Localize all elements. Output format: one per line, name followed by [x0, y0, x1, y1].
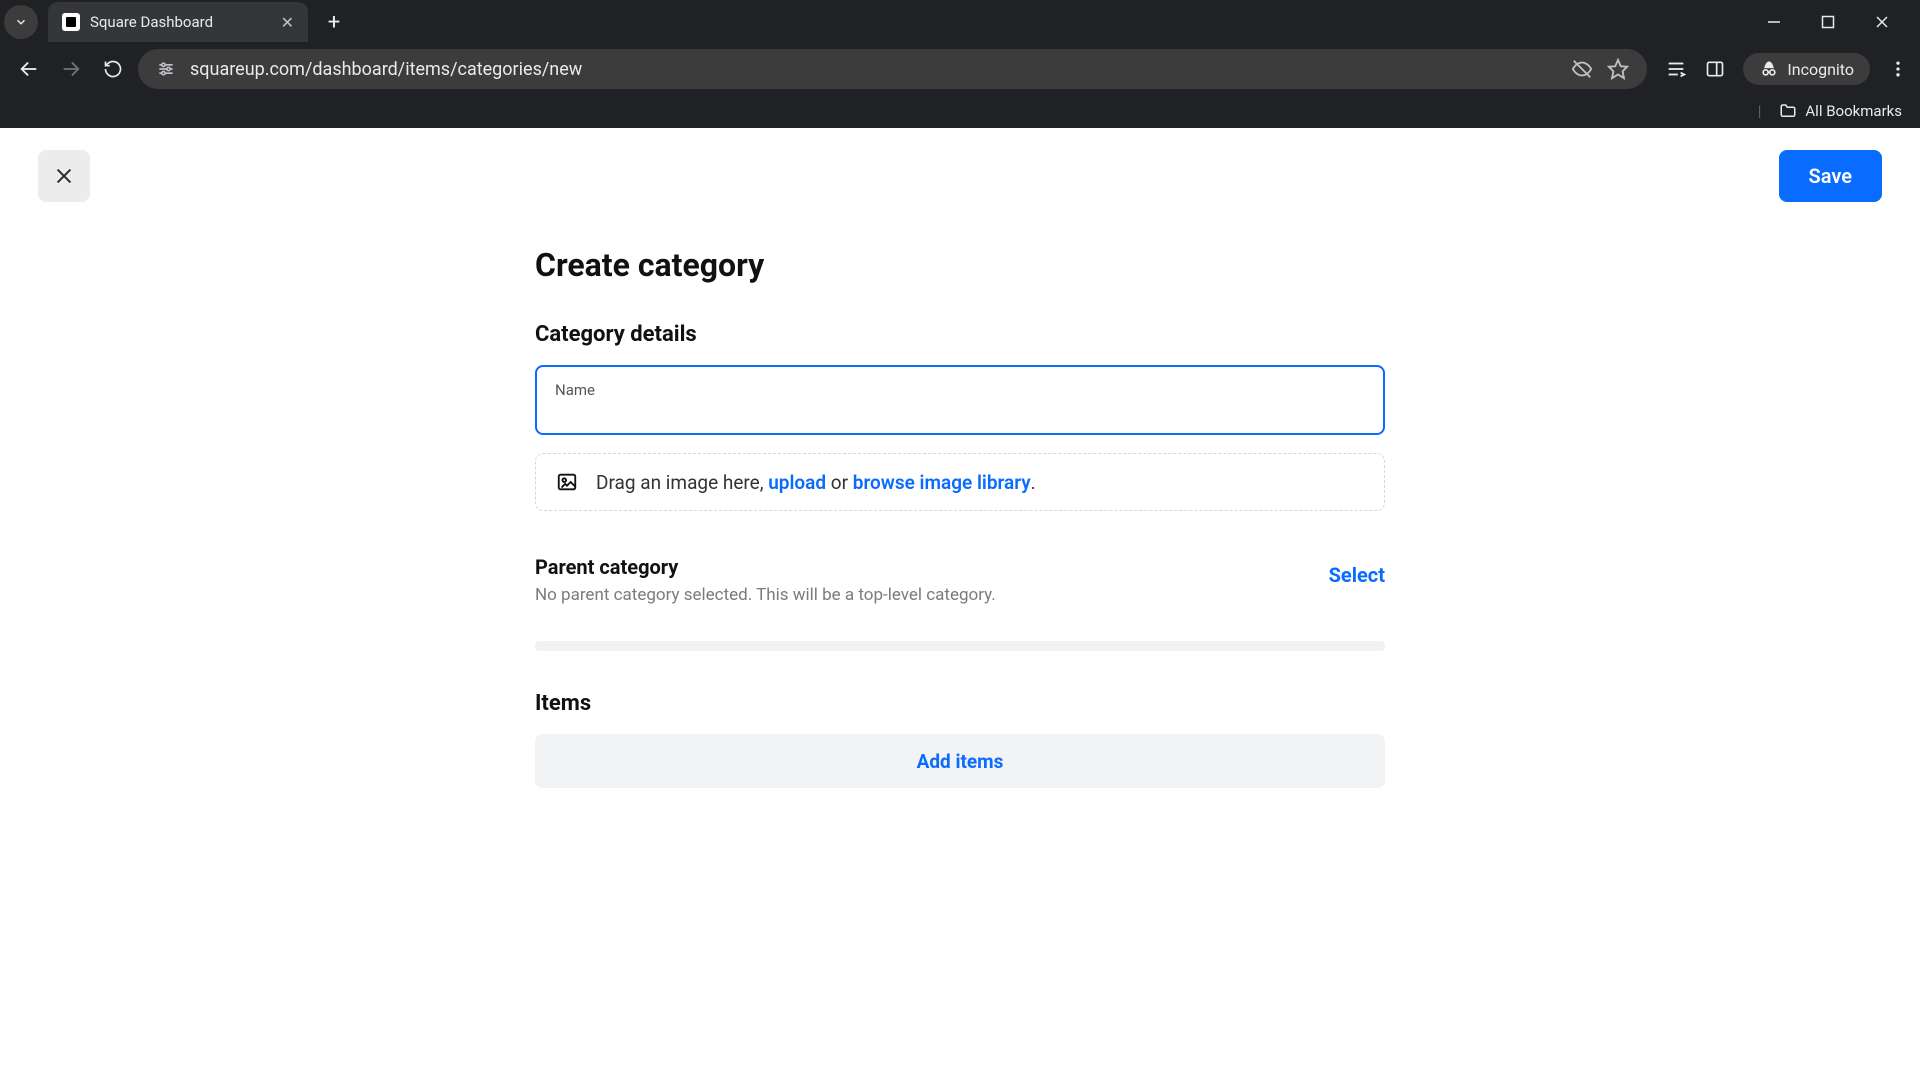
items-heading: Items: [535, 691, 1385, 716]
browse-library-link[interactable]: browse image library: [853, 471, 1031, 494]
save-button[interactable]: Save: [1779, 150, 1882, 202]
arrow-left-icon: [18, 58, 40, 80]
side-panel-icon[interactable]: [1705, 59, 1725, 79]
page-content: Save Create category Category details Na…: [0, 128, 1920, 1080]
tab-strip: Square Dashboard ✕ +: [0, 0, 1920, 44]
toolbar-right: Incognito: [1655, 53, 1908, 85]
window-maximize-button[interactable]: [1816, 10, 1840, 34]
window-close-button[interactable]: [1870, 10, 1894, 34]
site-settings-icon[interactable]: [156, 59, 176, 79]
parent-category-title: Parent category: [535, 555, 996, 579]
parent-category-row: Parent category No parent category selec…: [535, 555, 1385, 605]
square-favicon: [62, 13, 80, 31]
arrow-right-icon: [60, 58, 82, 80]
modal-header: Save: [0, 128, 1920, 206]
chevron-down-icon: [14, 15, 28, 29]
drop-zone-text: Drag an image here, upload or browse ima…: [596, 471, 1036, 494]
separator: |: [1758, 102, 1762, 120]
chrome-menu-button[interactable]: [1888, 59, 1908, 79]
select-parent-button[interactable]: Select: [1329, 555, 1385, 587]
tab-close-button[interactable]: ✕: [273, 13, 294, 32]
tab-search-button[interactable]: [4, 5, 38, 39]
bookmark-star-icon[interactable]: [1607, 58, 1629, 80]
browser-tab[interactable]: Square Dashboard ✕: [48, 2, 308, 42]
address-bar[interactable]: squareup.com/dashboard/items/categories/…: [138, 49, 1647, 89]
window-minimize-button[interactable]: [1762, 10, 1786, 34]
back-button[interactable]: [12, 52, 46, 86]
url-text: squareup.com/dashboard/items/categories/…: [190, 59, 1557, 80]
upload-link[interactable]: upload: [768, 471, 826, 494]
all-bookmarks-button[interactable]: All Bookmarks: [1805, 102, 1902, 120]
reload-button[interactable]: [96, 52, 130, 86]
reload-icon: [103, 59, 123, 79]
incognito-icon: [1759, 59, 1779, 79]
image-icon: [554, 471, 580, 493]
toolbar: squareup.com/dashboard/items/categories/…: [0, 44, 1920, 94]
name-label: Name: [555, 381, 1365, 399]
incognito-label: Incognito: [1787, 60, 1854, 79]
page-title: Create category: [535, 246, 1385, 284]
image-drop-zone[interactable]: Drag an image here, upload or browse ima…: [535, 453, 1385, 511]
browser-chrome: Square Dashboard ✕ +: [0, 0, 1920, 128]
window-controls: [1762, 10, 1912, 34]
add-items-button[interactable]: Add items: [535, 734, 1385, 788]
new-tab-button[interactable]: +: [318, 6, 350, 38]
form-content: Create category Category details Name Dr…: [535, 206, 1385, 788]
bookmarks-bar: | All Bookmarks: [0, 94, 1920, 128]
close-button[interactable]: [38, 150, 90, 202]
media-control-icon[interactable]: [1665, 58, 1687, 80]
tab-title: Square Dashboard: [90, 13, 263, 31]
close-icon: [53, 165, 75, 187]
incognito-indicator[interactable]: Incognito: [1743, 53, 1870, 85]
name-field[interactable]: Name: [535, 365, 1385, 435]
forward-button[interactable]: [54, 52, 88, 86]
name-input[interactable]: [555, 399, 1365, 427]
parent-category-description: No parent category selected. This will b…: [535, 585, 996, 605]
details-heading: Category details: [535, 322, 1385, 347]
section-divider: [535, 641, 1385, 651]
folder-icon: [1779, 102, 1797, 120]
visibility-off-icon[interactable]: [1571, 58, 1593, 80]
